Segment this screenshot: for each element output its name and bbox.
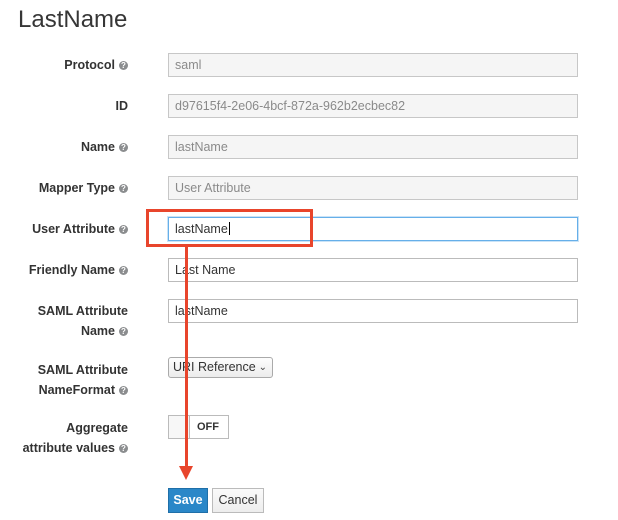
chevron-down-icon: ⌄ (258, 362, 267, 373)
annotation-arrow-line (185, 247, 188, 468)
nameformat-select[interactable]: URI Reference ⌄ (168, 357, 273, 378)
id-label: ID (115, 99, 129, 113)
aggregate-toggle[interactable]: OFF (168, 415, 229, 439)
help-icon[interactable]: ? (119, 184, 128, 193)
help-icon[interactable]: ? (119, 143, 128, 152)
protocol-field: saml (168, 53, 578, 77)
id-field: d97615f4-2e06-4bcf-872a-962b2ecbec82 (168, 94, 578, 118)
user-attribute-label: User Attribute? (32, 219, 128, 239)
saml-attribute-nameformat-label: SAML Attribute NameFormat? (37, 363, 128, 397)
help-icon[interactable]: ? (119, 386, 128, 395)
saml-attribute-name-input[interactable]: lastName (168, 299, 578, 323)
help-icon[interactable]: ? (119, 327, 128, 336)
protocol-label: Protocol? (64, 55, 128, 75)
cancel-button[interactable]: Cancel (212, 488, 264, 513)
annotation-highlight-box (146, 209, 313, 247)
name-label: Name? (81, 137, 128, 157)
toggle-state: OFF (197, 421, 219, 433)
friendly-name-input[interactable]: Last Name (168, 258, 578, 282)
help-icon[interactable]: ? (119, 266, 128, 275)
page-title: LastName (18, 6, 128, 33)
help-icon[interactable]: ? (119, 61, 128, 70)
save-button[interactable]: Save (168, 488, 208, 513)
annotation-arrow-head-icon (179, 466, 193, 480)
mapper-type-field: User Attribute (168, 176, 578, 200)
saml-attribute-name-label: SAML Attribute Name? (37, 304, 128, 338)
name-field: lastName (168, 135, 578, 159)
friendly-name-label: Friendly Name? (29, 260, 128, 280)
help-icon[interactable]: ? (119, 444, 128, 453)
mapper-type-label: Mapper Type? (39, 178, 128, 198)
help-icon[interactable]: ? (119, 225, 128, 234)
aggregate-label: Aggregate attribute values? (22, 421, 128, 455)
